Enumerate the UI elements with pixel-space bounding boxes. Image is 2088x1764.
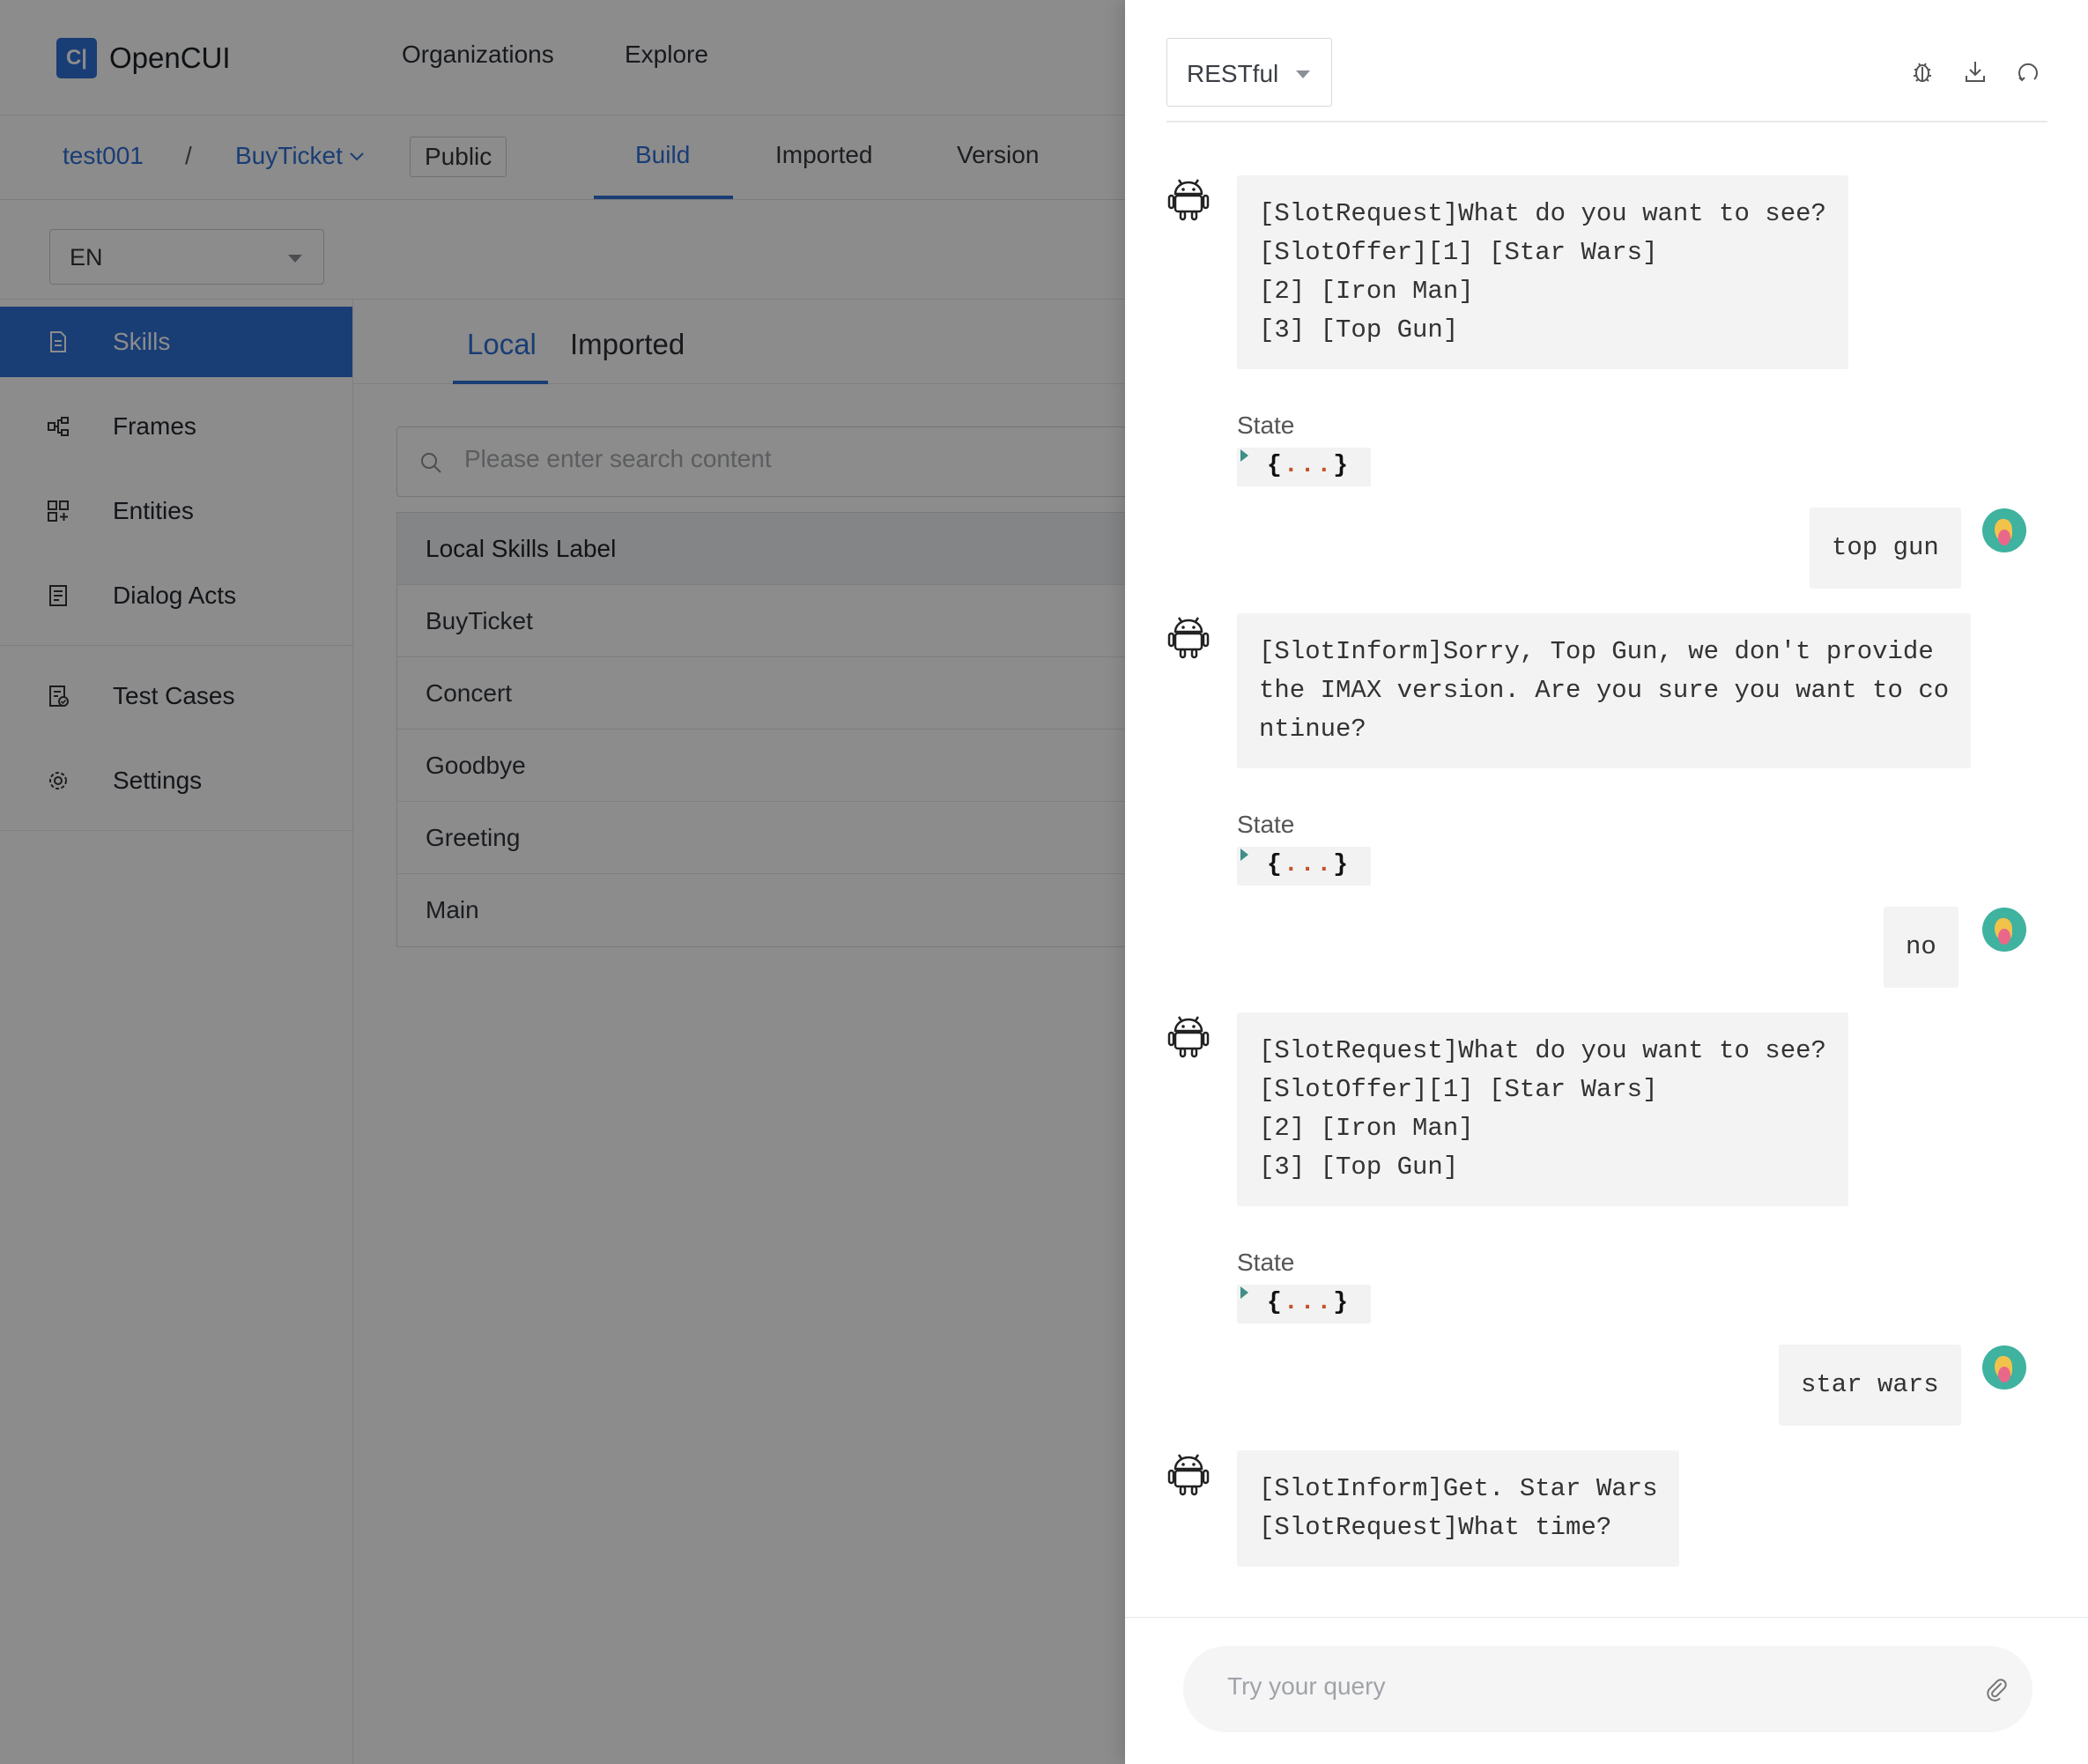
state-collapsed: {...} [1267, 1289, 1350, 1316]
android-bot-icon [1167, 1016, 1210, 1058]
expand-caret-icon [1240, 849, 1248, 861]
user-message: star wars [1779, 1345, 1961, 1426]
android-bot-icon [1167, 179, 1210, 221]
state-dots: ... [1283, 851, 1334, 878]
reset-icon[interactable] [2013, 56, 2043, 86]
expand-caret-icon [1240, 449, 1248, 462]
state-close-brace: } [1333, 452, 1351, 479]
state-close-brace: } [1333, 1289, 1351, 1316]
mode-value: RESTful [1187, 60, 1279, 87]
state-collapsed: {...} [1267, 851, 1350, 878]
bug-icon[interactable] [1907, 56, 1937, 86]
state-label: State [1237, 1249, 1295, 1276]
bot-message: [SlotRequest]What do you want to see? [S… [1237, 1012, 1848, 1206]
state-viewer[interactable]: {...} [1237, 448, 1371, 486]
android-bot-icon [1167, 617, 1210, 659]
state-open-brace: { [1267, 452, 1284, 479]
composer-divider [1125, 1617, 2088, 1618]
user-message: no [1884, 907, 1958, 988]
expand-caret-icon [1240, 1286, 1248, 1299]
state-collapsed: {...} [1267, 452, 1350, 479]
state-viewer[interactable]: {...} [1237, 1285, 1371, 1323]
state-label: State [1237, 811, 1295, 838]
caret-down-icon [1296, 70, 1310, 78]
state-label: State [1237, 411, 1295, 439]
query-composer[interactable] [1183, 1646, 2032, 1732]
bot-message: [SlotInform]Get. Star Wars [SlotRequest]… [1237, 1450, 1680, 1567]
modal-overlay[interactable] [0, 0, 1125, 1764]
user-avatar [1982, 1345, 2026, 1390]
state-viewer[interactable]: {...} [1237, 847, 1371, 886]
android-bot-icon [1167, 1454, 1210, 1496]
user-avatar [1982, 908, 2026, 952]
query-input[interactable] [1227, 1672, 1950, 1701]
bot-message: [SlotInform]Sorry, Top Gun, we don't pro… [1237, 613, 1972, 768]
download-icon[interactable] [1960, 56, 1990, 86]
user-message: top gun [1810, 508, 1961, 589]
user-avatar [1982, 508, 2026, 552]
state-dots: ... [1283, 452, 1334, 479]
bot-message: [SlotRequest]What do you want to see? [S… [1237, 175, 1848, 369]
paperclip-icon[interactable] [1983, 1676, 2010, 1702]
mode-select[interactable]: RESTful [1166, 38, 1332, 107]
state-open-brace: { [1267, 1289, 1284, 1316]
state-open-brace: { [1267, 851, 1284, 878]
drawer-divider [1166, 121, 2047, 122]
state-close-brace: } [1333, 851, 1351, 878]
test-chat-drawer: RESTful [SlotRequest]What do you want to… [1125, 0, 2088, 1764]
chat-transcript[interactable]: [SlotRequest]What do you want to see? [S… [1125, 141, 2088, 1617]
state-dots: ... [1283, 1289, 1334, 1316]
